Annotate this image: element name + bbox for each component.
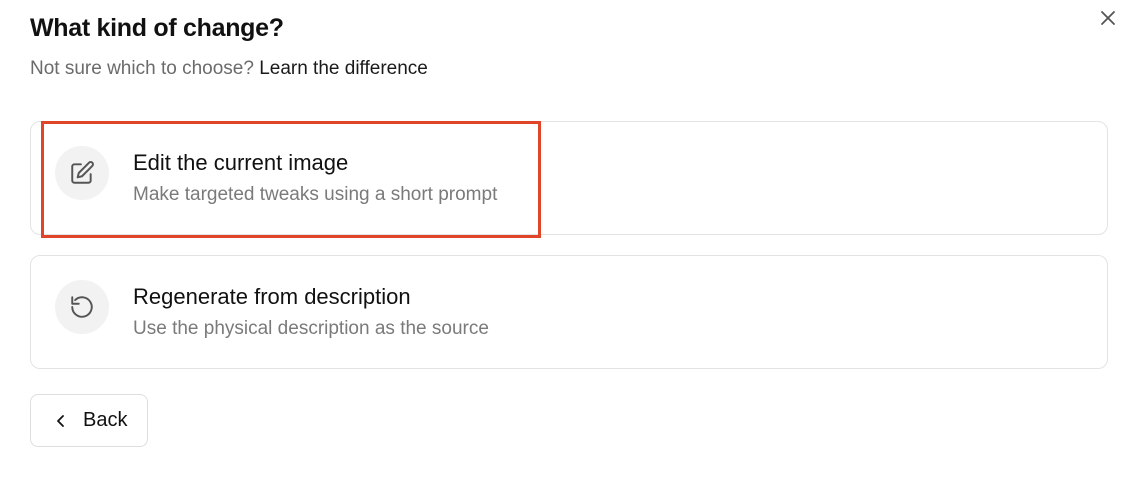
rotate-ccw-icon (71, 296, 93, 318)
back-button[interactable]: Back (30, 394, 148, 447)
option-title: Regenerate from description (133, 284, 411, 309)
dialog-title: What kind of change? (30, 14, 284, 42)
chevron-left-icon (53, 413, 69, 429)
subtitle-text: Not sure which to choose? (30, 58, 260, 79)
option-description: Make targeted tweaks using a short promp… (133, 184, 498, 205)
edit-icon (71, 161, 94, 184)
back-label: Back (83, 409, 128, 431)
option-title: Edit the current image (133, 150, 349, 175)
rotate-icon-container (55, 280, 109, 334)
close-button[interactable] (1096, 6, 1120, 30)
edit-icon-container (55, 146, 109, 200)
option-description: Use the physical description as the sour… (133, 318, 489, 339)
option-regenerate-from-description[interactable]: Regenerate from description Use the phys… (30, 255, 1108, 369)
dialog-subtitle: Not sure which to choose? Learn the diff… (30, 58, 428, 80)
option-edit-current-image[interactable]: Edit the current image Make targeted twe… (30, 121, 1108, 235)
learn-difference-link[interactable]: Learn the difference (259, 58, 428, 79)
close-icon (1101, 11, 1115, 25)
